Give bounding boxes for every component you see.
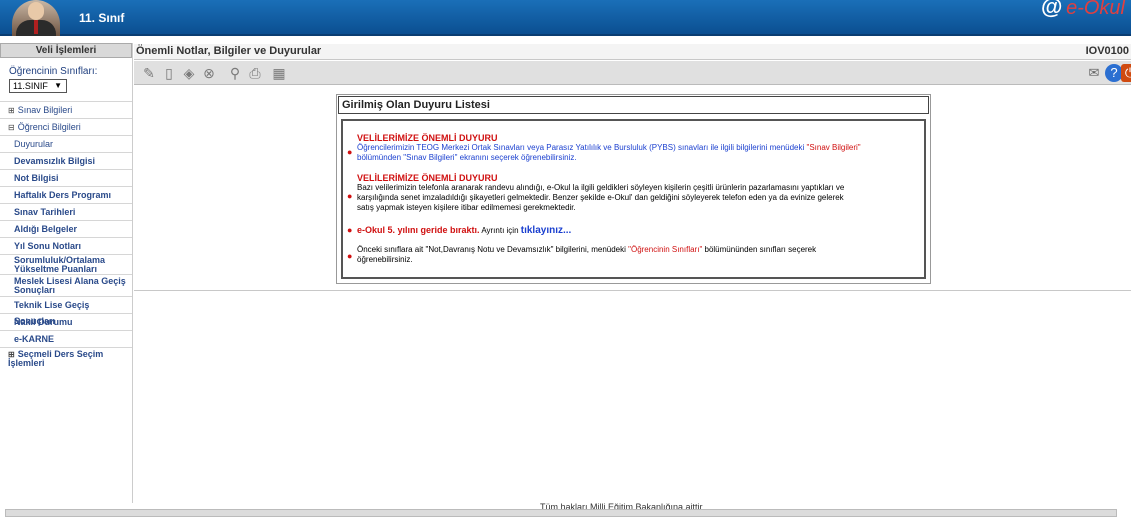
bullet-icon: ● — [347, 191, 353, 201]
menu-not-bilgisi[interactable]: Not Bilgisi — [0, 169, 132, 186]
announcement-panel: Girilmiş Olan Duyuru Listesi ● VELİLERİM… — [336, 94, 931, 284]
page-code: IOV0100 — [1085, 45, 1129, 57]
sidebar-menu: ⊞ Sınav Bilgileri ⊟ Öğrenci Bilgileri Duyu… — [0, 101, 132, 369]
announcement-text: karşılığında senet imzaladıldığı şikayet… — [357, 193, 844, 202]
menu-label: Sınav Bilgileri — [17, 105, 73, 115]
menu-label: Seçmeli Ders Seçim İşlemleri — [8, 349, 104, 368]
announcement-1: ● VELİLERİMİZE ÖNEMLİ DUYURU Öğrencileri… — [347, 133, 917, 163]
eokul-logo: @ e-Okul — [1041, 0, 1125, 20]
mail-icon[interactable]: ✉ — [1085, 64, 1103, 82]
print-icon[interactable]: ⎙ — [246, 64, 264, 82]
class-select-value: 11.SINIF — [13, 81, 48, 91]
announcement-text: bölümününden sınıfları seçerek — [702, 245, 817, 254]
expand-icon: ⊞ — [8, 106, 15, 115]
menu-label: Öğrenci Bilgileri — [17, 122, 81, 132]
menu-label: Not Bilgisi — [14, 173, 59, 183]
horizontal-scrollbar[interactable] — [5, 509, 1117, 517]
sinav-bilgileri-link[interactable]: "Sınav Bilgileri" — [807, 143, 861, 152]
exit-icon[interactable]: ⏻ — [1121, 64, 1131, 82]
top-header: 11. Sınıf @ e-Okul — [0, 0, 1131, 36]
menu-nakil[interactable]: Nakil Durumu — [0, 313, 132, 330]
bullet-icon: ● — [347, 251, 353, 261]
page-titlebar: Önemli Notlar, Bilgiler ve Duyurular IOV… — [134, 44, 1131, 60]
collapse-icon: ⊟ — [8, 123, 15, 132]
menu-ders-programi[interactable]: Haftalık Ders Programı — [0, 186, 132, 203]
menu-duyurular[interactable]: Duyurular — [0, 135, 132, 152]
menu-label: Nakil Durumu — [14, 317, 73, 327]
menu-sinav-bilgileri[interactable]: ⊞ Sınav Bilgileri — [0, 101, 132, 118]
menu-yil-sonu[interactable]: Yıl Sonu Notları — [0, 237, 132, 254]
announcement-4: ● Önceki sınıflara ait "Not,Davranış Not… — [347, 245, 917, 265]
menu-ogrenci-bilgileri[interactable]: ⊟ Öğrenci Bilgileri — [0, 118, 132, 135]
chevron-down-icon: ▼ — [54, 81, 62, 90]
panel-title: Girilmiş Olan Duyuru Listesi — [338, 96, 929, 114]
menu-sinav-tarihleri[interactable]: Sınav Tarihleri — [0, 203, 132, 220]
content-divider — [134, 290, 1131, 291]
page-title: Önemli Notlar, Bilgiler ve Duyurular — [136, 45, 322, 57]
menu-ekarne[interactable]: e-KARNE — [0, 330, 132, 347]
sidebar: Veli İşlemleri Öğrencinin Sınıfları: 11.… — [0, 43, 133, 503]
menu-devamsizlik[interactable]: Devamsızlık Bilgisi — [0, 152, 132, 169]
announcement-2: ● VELİLERİMİZE ÖNEMLİ DUYURU Bazı velile… — [347, 173, 917, 213]
announcement-text: Ayrıntı için — [479, 226, 521, 235]
search-icon[interactable]: ⚲ — [226, 64, 244, 82]
ogrencinin-siniflari-link[interactable]: "Öğrencinin Sınıfları" — [628, 245, 702, 254]
class-select[interactable]: 11.SINIF ▼ — [9, 79, 67, 93]
announcement-text: satış yapmak isteyen kişilere itibar edi… — [357, 203, 576, 212]
announcement-text: Öğrencilerimizin TEOG Merkezi Ortak Sına… — [357, 143, 807, 152]
menu-teknik-lise[interactable]: Teknik Lise Geçiş Sonuçları — [0, 296, 132, 326]
menu-sorumluluk[interactable]: Sorumluluk/Ortalama Yükseltme Puanları — [0, 254, 132, 274]
details-link[interactable]: tıklayınız... — [521, 225, 572, 236]
menu-label: Devamsızlık Bilgisi — [14, 156, 96, 166]
announcement-heading: VELİLERİMİZE ÖNEMLİ DUYURU — [357, 133, 498, 143]
menu-meslek-lisesi[interactable]: Meslek Lisesi Alana Geçiş Sonuçları — [0, 274, 132, 296]
menu-label: Yıl Sonu Notları — [14, 241, 82, 251]
bullet-icon: ● — [347, 147, 353, 157]
bullet-icon: ● — [347, 225, 353, 235]
announcement-text: öğrenebilirsiniz. — [357, 255, 413, 264]
menu-label: e-KARNE — [14, 334, 55, 344]
menu-label: Sorumluluk/Ortalama Yükseltme Puanları — [14, 255, 106, 274]
edit-icon[interactable]: ✎ — [140, 64, 158, 82]
menu-label: Haftalık Ders Programı — [14, 190, 112, 200]
export-icon[interactable]: ▦ — [270, 64, 288, 82]
announcement-text: e-Okul 5. yılını geride bıraktı. — [357, 225, 480, 235]
class-title: 11. Sınıf — [79, 11, 125, 25]
logo-text: e-Okul — [1066, 0, 1125, 19]
announcement-list: ● VELİLERİMİZE ÖNEMLİ DUYURU Öğrencileri… — [341, 119, 926, 279]
class-select-label: Öğrencinin Sınıfları: — [9, 66, 98, 77]
delete-icon[interactable]: ▯ — [160, 64, 178, 82]
student-avatar — [12, 0, 60, 36]
menu-label: Duyurular — [14, 139, 54, 149]
menu-label: Sınav Tarihleri — [14, 207, 76, 217]
announcement-text: Önceki sınıflara ait "Not,Davranış Notu … — [357, 245, 629, 254]
tool-icon[interactable]: ◈ — [180, 64, 198, 82]
announcement-text: Bazı velilerimizin telefonla aranarak ra… — [357, 183, 845, 192]
announcement-3: ● e-Okul 5. yılını geride bıraktı. Ayrın… — [347, 225, 917, 236]
menu-label: Aldığı Belgeler — [14, 224, 78, 234]
menu-secmeli-ders[interactable]: ⊞ Seçmeli Ders Seçim İşlemleri — [0, 347, 132, 369]
announcement-text: bölümünden "Sınav Bilgileri" ekranını se… — [357, 153, 577, 162]
announcement-heading: VELİLERİMİZE ÖNEMLİ DUYURU — [357, 173, 498, 183]
menu-belgeler[interactable]: Aldığı Belgeler — [0, 220, 132, 237]
toolbar: ✎ ▯ ◈ ⊗ ⚲ ⎙ ▦ ✉ ? ⏻ — [134, 61, 1131, 85]
cancel-icon[interactable]: ⊗ — [200, 64, 218, 82]
sidebar-title: Veli İşlemleri — [0, 43, 132, 58]
menu-label: Meslek Lisesi Alana Geçiş Sonuçları — [14, 276, 126, 295]
